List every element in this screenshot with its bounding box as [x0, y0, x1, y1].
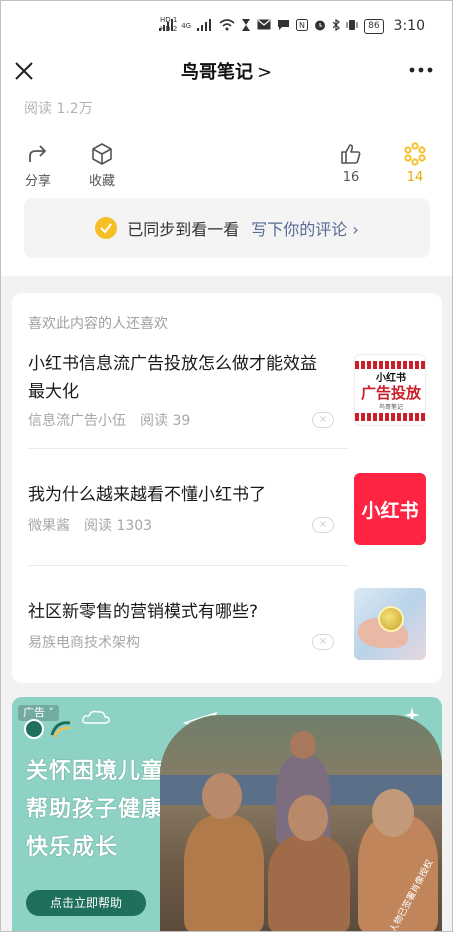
share-icon [29, 145, 46, 162]
wow-count: 14 [406, 170, 424, 185]
recommendations-card: 喜欢此内容的人还喜欢 小红书信息流广告投放怎么做才能效益最大化 信息流广告小伍阅… [12, 293, 442, 683]
status-icons: 4G N 86 3:10 [159, 16, 425, 36]
write-comment-link[interactable]: 写下你的评论 › [251, 216, 359, 240]
message-icon [277, 19, 290, 34]
thumb-main-text: 广告投放 [360, 384, 421, 402]
item-meta: 易族电商技术架构 [28, 632, 140, 652]
item-title: 小红书信息流广告投放怎么做才能效益最大化 [28, 354, 317, 402]
photo-child-left [184, 815, 264, 932]
page-title: 鸟哥笔记 [180, 62, 253, 83]
photo-child-left-head [202, 773, 242, 819]
photo-person-head [290, 731, 316, 759]
dismiss-button[interactable]: × [312, 517, 334, 533]
more-options-button[interactable] [407, 60, 435, 80]
alarm-icon [314, 19, 326, 34]
wifi-icon [219, 18, 235, 34]
thumbs-up-icon [341, 144, 361, 164]
item-thumbnail [354, 588, 426, 660]
dismiss-button[interactable]: × [312, 634, 334, 650]
divider [28, 565, 348, 566]
svg-text:N: N [299, 21, 305, 30]
item-reads: 阅读 39 [140, 413, 191, 429]
item-reads: 阅读 1303 [84, 518, 153, 534]
like-button[interactable]: 16 [326, 142, 376, 185]
wow-button[interactable]: 14 [390, 142, 440, 185]
vibrate-icon [346, 19, 358, 34]
status-bar: HD 1 HD 2 4G N 86 3:10 [0, 0, 453, 46]
sponsor-logo-icon [50, 721, 71, 738]
read-count: 阅读 1.2万 [24, 101, 93, 117]
like-count: 16 [342, 170, 360, 185]
ad-headline-line-3: 快乐成长 [26, 835, 119, 860]
more-dots-icon [409, 67, 433, 73]
thumb-sub-text: 鸟哥笔记 [378, 404, 403, 411]
item-meta: 信息流广告小伍 阅读 39 [28, 410, 190, 430]
chevron-right-icon: > [256, 62, 273, 83]
chevron-down-icon: ˅ [48, 706, 55, 719]
wow-flower-icon [404, 142, 426, 166]
xiaohongshu-logo: 小红书 [361, 499, 419, 522]
signal-4g-label: 4G [181, 22, 192, 30]
hourglass-icon [241, 18, 251, 34]
article-footer: 阅读 1.2万 分享 收藏 16 14 已同步到看一看 写下你的评论 › [0, 96, 453, 276]
ad-label-text: 广告 [23, 706, 45, 719]
list-item[interactable]: 社区新零售的营销模式有哪些? 易族电商技术架构 × [28, 588, 426, 660]
top-nav-bar: 鸟哥笔记 > [0, 46, 453, 96]
ad-headline-line-1: 关怀困境儿童 [26, 759, 165, 784]
list-item[interactable]: 小红书信息流广告投放怎么做才能效益最大化 信息流广告小伍 阅读 39 × 小红书 … [28, 350, 426, 430]
recommendations-header: 喜欢此内容的人还喜欢 [28, 316, 168, 332]
stripe-decoration [355, 413, 425, 421]
item-source: 信息流广告小伍 [28, 413, 126, 429]
item-title: 社区新零售的营销模式有哪些? [28, 602, 259, 622]
sync-status-text: 已同步到看一看 [127, 220, 240, 239]
item-thumbnail: 小红书 广告投放 鸟哥笔记 [354, 354, 426, 426]
signal-icon [159, 18, 175, 34]
favorite-label: 收藏 [88, 174, 115, 189]
battery-indicator: 86 [364, 18, 384, 34]
stripe-decoration [355, 361, 425, 369]
photo-child-middle-head [288, 795, 328, 841]
bluetooth-icon [332, 18, 341, 34]
ad-photo [160, 715, 442, 932]
coin-illustration [378, 606, 404, 632]
share-label: 分享 [24, 174, 51, 189]
status-time: 3:10 [393, 18, 425, 34]
check-circle-icon [95, 217, 118, 239]
item-source: 易族电商技术架构 [28, 635, 140, 651]
item-thumbnail: 小红书 [354, 473, 426, 545]
list-item[interactable]: 我为什么越来越看不懂小红书了 微果酱 阅读 1303 × 小红书 [28, 473, 426, 545]
item-meta: 微果酱 阅读 1303 [28, 515, 152, 535]
item-title: 我为什么越来越看不懂小红书了 [28, 485, 266, 505]
ad-headline-line-2: 帮助孩子健康 [26, 797, 165, 822]
photo-child-middle [268, 835, 350, 932]
cloud-icon [82, 710, 110, 724]
nfc-icon: N [296, 18, 309, 34]
sync-banner: 已同步到看一看 写下你的评论 › [24, 198, 430, 258]
item-source: 微果酱 [28, 518, 70, 534]
share-button[interactable]: 分享 [13, 142, 63, 189]
charity-logo-icon [24, 719, 44, 739]
ad-banner[interactable]: 广告 ˅ 关怀困境儿童 帮助孩子健康 快乐成长 图片内人物已签署肖像授权 点击立… [12, 697, 442, 932]
photo-child-right-head [372, 789, 414, 837]
favorite-button[interactable]: 收藏 [77, 142, 127, 189]
help-now-button[interactable]: 点击立即帮助 [26, 890, 146, 916]
dismiss-button[interactable]: × [312, 412, 334, 428]
cube-icon [92, 143, 112, 165]
divider [28, 448, 348, 449]
account-title-link[interactable]: 鸟哥笔记 > [0, 58, 453, 84]
mail-icon [257, 19, 271, 33]
signal-icon-2 [197, 18, 213, 34]
